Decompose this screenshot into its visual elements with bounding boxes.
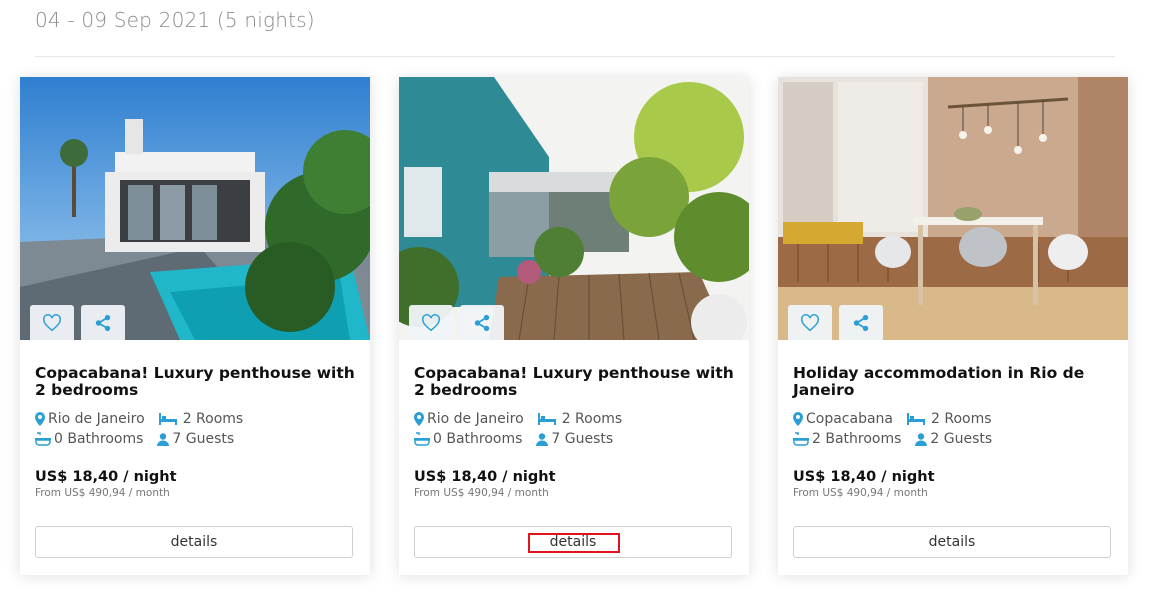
listing-nightly-price: US$ 18,40 / night: [793, 469, 935, 485]
listing-meta-row: Rio de Janeiro 2 Rooms: [414, 411, 622, 427]
favorite-button[interactable]: [409, 305, 453, 340]
listing-photo-terrace[interactable]: [399, 77, 749, 340]
listing-rooms: 2 Rooms: [182, 411, 244, 427]
listing-meta-row: 0 Bathrooms 7 Guests: [414, 431, 613, 447]
listing-nightly-price: US$ 18,40 / night: [35, 469, 177, 485]
heart-icon: [43, 313, 61, 331]
bed-icon: [158, 413, 177, 425]
bed-icon: [907, 413, 926, 425]
listing-monthly-price: From US$ 490,94 / month: [35, 487, 170, 499]
favorite-button[interactable]: [30, 305, 74, 340]
listing-meta-row: 0 Bathrooms 7 Guests: [35, 431, 234, 447]
listing-bathrooms: 0 Bathrooms: [433, 431, 523, 447]
listing-card-1: Copacabana! Luxury penthouse with 2 bedr…: [20, 77, 370, 575]
listing-location: Rio de Janeiro: [427, 411, 524, 427]
date-range-header: 04 - 09 Sep 2021 (5 nights): [35, 8, 315, 32]
listing-title[interactable]: Holiday accommodation in Rio de Janeiro: [793, 365, 1113, 399]
header-divider: [35, 56, 1115, 57]
listing-title[interactable]: Copacabana! Luxury penthouse with 2 bedr…: [35, 365, 355, 399]
map-pin-icon: [414, 412, 424, 426]
bed-icon: [537, 413, 556, 425]
listing-meta-row: Rio de Janeiro 2 Rooms: [35, 411, 243, 427]
listing-photo-dining-room[interactable]: [778, 77, 1128, 340]
favorite-button[interactable]: [788, 305, 832, 340]
listing-guests: 2 Guests: [930, 431, 993, 447]
details-button[interactable]: details: [35, 526, 353, 558]
listing-photo-villa[interactable]: [20, 77, 370, 340]
share-icon: [95, 314, 111, 331]
listing-card-3: Holiday accommodation in Rio de Janeiro …: [778, 77, 1128, 575]
listing-bathrooms: 0 Bathrooms: [54, 431, 144, 447]
listing-rooms: 2 Rooms: [561, 411, 623, 427]
share-button[interactable]: [460, 305, 504, 340]
bathtub-icon: [793, 432, 809, 446]
listing-meta-row: Copacabana 2 Rooms: [793, 411, 992, 427]
share-icon: [474, 314, 490, 331]
bathtub-icon: [35, 432, 51, 446]
user-icon: [915, 432, 928, 446]
listing-meta-row: 2 Bathrooms 2 Guests: [793, 431, 992, 447]
listing-monthly-price: From US$ 490,94 / month: [414, 487, 549, 499]
share-button[interactable]: [839, 305, 883, 340]
user-icon: [157, 432, 170, 446]
listing-location: Rio de Janeiro: [48, 411, 145, 427]
heart-icon: [422, 313, 440, 331]
details-button[interactable]: details: [793, 526, 1111, 558]
map-pin-icon: [35, 412, 45, 426]
listing-guests: 7 Guests: [172, 431, 235, 447]
listing-guests: 7 Guests: [551, 431, 614, 447]
heart-icon: [801, 313, 819, 331]
listing-bathrooms: 2 Bathrooms: [812, 431, 902, 447]
listing-monthly-price: From US$ 490,94 / month: [793, 487, 928, 499]
listing-card-2: Copacabana! Luxury penthouse with 2 bedr…: [399, 77, 749, 575]
details-button[interactable]: details: [414, 526, 732, 558]
share-button[interactable]: [81, 305, 125, 340]
bathtub-icon: [414, 432, 430, 446]
map-pin-icon: [793, 412, 803, 426]
listing-location: Copacabana: [806, 411, 894, 427]
share-icon: [853, 314, 869, 331]
listing-rooms: 2 Rooms: [931, 411, 992, 427]
user-icon: [536, 432, 549, 446]
listing-nightly-price: US$ 18,40 / night: [414, 469, 556, 485]
listing-title[interactable]: Copacabana! Luxury penthouse with 2 bedr…: [414, 365, 734, 399]
